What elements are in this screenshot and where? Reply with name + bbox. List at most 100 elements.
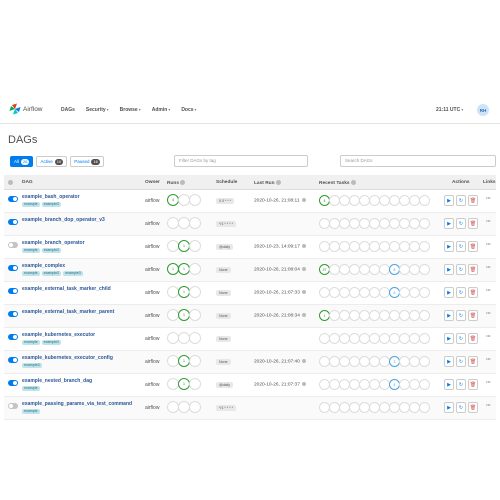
refresh-icon[interactable]: ↻: [456, 218, 466, 229]
run-state-circle[interactable]: [189, 309, 201, 321]
refresh-icon[interactable]: ↻: [456, 333, 466, 344]
refresh-icon[interactable]: ↻: [456, 195, 466, 206]
nav-item-admin[interactable]: Admin▾: [152, 107, 171, 113]
trash-icon[interactable]: 🗑: [468, 264, 478, 275]
tag-badge[interactable]: example2: [41, 248, 62, 253]
refresh-icon[interactable]: ↻: [456, 379, 466, 390]
schedule-badge[interactable]: */1 * * * *: [216, 405, 236, 411]
dag-toggle[interactable]: [8, 196, 18, 202]
schedule-badge[interactable]: @daily: [216, 382, 234, 388]
refresh-icon[interactable]: ↻: [456, 264, 466, 275]
nav-item-security[interactable]: Security▾: [86, 107, 109, 113]
tag-badge[interactable]: example: [22, 340, 40, 345]
task-state-circle[interactable]: [419, 356, 430, 367]
run-state-circle[interactable]: [189, 332, 201, 344]
owner-label[interactable]: airflow: [145, 221, 159, 227]
run-state-circle[interactable]: [189, 194, 201, 206]
play-icon[interactable]: ▶: [444, 287, 454, 298]
refresh-icon[interactable]: ↻: [456, 402, 466, 413]
schedule-badge[interactable]: None: [216, 359, 231, 365]
owner-label[interactable]: airflow: [145, 313, 159, 319]
trash-icon[interactable]: 🗑: [468, 310, 478, 321]
airflow-pinwheel-icon[interactable]: [9, 103, 21, 115]
last-run-link[interactable]: 2020-10-26, 21:08:34: [254, 313, 300, 318]
ellipsis-icon[interactable]: ···: [486, 311, 491, 317]
last-run-link[interactable]: 2020-10-26, 21:07:37: [254, 382, 300, 387]
last-run-link[interactable]: 2020-10-26, 21:07:33: [254, 290, 300, 295]
trash-icon[interactable]: 🗑: [468, 402, 478, 413]
ellipsis-icon[interactable]: ···: [486, 380, 491, 386]
dag-toggle[interactable]: [8, 288, 18, 294]
tab-paused[interactable]: Paused 16: [70, 156, 104, 167]
schedule-badge[interactable]: */1 * * * *: [216, 221, 236, 227]
dag-toggle[interactable]: [8, 242, 18, 248]
task-state-circle[interactable]: [419, 333, 430, 344]
trash-icon[interactable]: 🗑: [468, 218, 478, 229]
last-run-link[interactable]: 2020-10-26, 21:08:04: [254, 267, 300, 272]
last-run-link[interactable]: 2020-10-26, 21:08:11: [254, 198, 300, 203]
refresh-icon[interactable]: ↻: [456, 310, 466, 321]
run-state-circle[interactable]: [189, 355, 201, 367]
nav-item-browse[interactable]: Browse▾: [120, 107, 141, 113]
search-input[interactable]: Search DAGs: [340, 155, 496, 167]
play-icon[interactable]: ▶: [444, 241, 454, 252]
play-icon[interactable]: ▶: [444, 333, 454, 344]
play-icon[interactable]: ▶: [444, 310, 454, 321]
nav-item-docs[interactable]: Docs▾: [181, 107, 196, 113]
dag-name-link[interactable]: example_kubernetes_executor: [22, 332, 95, 338]
owner-label[interactable]: airflow: [145, 405, 159, 411]
schedule-badge[interactable]: 0 0 * * *: [216, 198, 235, 204]
dag-name-link[interactable]: example_branch_operator: [22, 240, 85, 246]
tag-badge[interactable]: example2: [41, 271, 62, 276]
run-state-circle[interactable]: [189, 378, 201, 390]
owner-label[interactable]: airflow: [145, 336, 159, 342]
dag-toggle[interactable]: [8, 219, 18, 225]
ellipsis-icon[interactable]: ···: [486, 403, 491, 409]
dag-toggle[interactable]: [8, 265, 18, 271]
tag-badge[interactable]: example: [22, 386, 40, 391]
dag-toggle[interactable]: [8, 380, 18, 386]
refresh-icon[interactable]: ↻: [456, 241, 466, 252]
run-state-circle[interactable]: [189, 286, 201, 298]
run-state-circle[interactable]: [189, 217, 201, 229]
ellipsis-icon[interactable]: ···: [486, 288, 491, 294]
play-icon[interactable]: ▶: [444, 195, 454, 206]
last-run-link[interactable]: 2020-10-23, 14:09:17: [254, 244, 300, 249]
tag-badge[interactable]: example2: [41, 202, 62, 207]
play-icon[interactable]: ▶: [444, 379, 454, 390]
schedule-badge[interactable]: None: [216, 336, 231, 342]
schedule-badge[interactable]: @daily: [216, 244, 234, 250]
ellipsis-icon[interactable]: ···: [486, 242, 491, 248]
trash-icon[interactable]: 🗑: [468, 241, 478, 252]
dag-name-link[interactable]: example_branch_dop_operator_v3: [22, 217, 105, 223]
dag-name-link[interactable]: example_kubernetes_executor_config: [22, 355, 113, 361]
tag-filter-input[interactable]: Filter DAGs by tag: [174, 155, 308, 167]
tag-badge[interactable]: example3: [63, 271, 83, 276]
schedule-badge[interactable]: None: [216, 290, 231, 296]
task-state-circle[interactable]: [419, 218, 430, 229]
trash-icon[interactable]: 🗑: [468, 333, 478, 344]
header-owner[interactable]: Owner: [145, 180, 160, 185]
ellipsis-icon[interactable]: ···: [486, 196, 491, 202]
play-icon[interactable]: ▶: [444, 356, 454, 367]
dag-toggle[interactable]: [8, 357, 18, 363]
owner-label[interactable]: airflow: [145, 359, 159, 365]
last-run-link[interactable]: 2020-10-26, 21:07:40: [254, 359, 300, 364]
ellipsis-icon[interactable]: ···: [486, 357, 491, 363]
play-icon[interactable]: ▶: [444, 402, 454, 413]
dag-name-link[interactable]: example_passing_params_via_test_command: [22, 401, 132, 407]
utc-clock[interactable]: 21:11 UTC ▾: [436, 107, 463, 113]
ellipsis-icon[interactable]: ···: [486, 219, 491, 225]
owner-label[interactable]: airflow: [145, 244, 159, 250]
trash-icon[interactable]: 🗑: [468, 379, 478, 390]
tab-active[interactable]: Active 10: [36, 156, 68, 167]
header-schedule[interactable]: Schedule: [216, 180, 237, 185]
dag-toggle[interactable]: [8, 334, 18, 340]
user-avatar[interactable]: RH: [477, 104, 489, 116]
task-state-circle[interactable]: [419, 287, 430, 298]
owner-label[interactable]: airflow: [145, 290, 159, 296]
dag-toggle[interactable]: [8, 403, 18, 409]
tag-badge[interactable]: example2: [41, 340, 62, 345]
tag-badge[interactable]: example3: [22, 363, 42, 368]
header-dag[interactable]: DAG: [22, 180, 33, 185]
